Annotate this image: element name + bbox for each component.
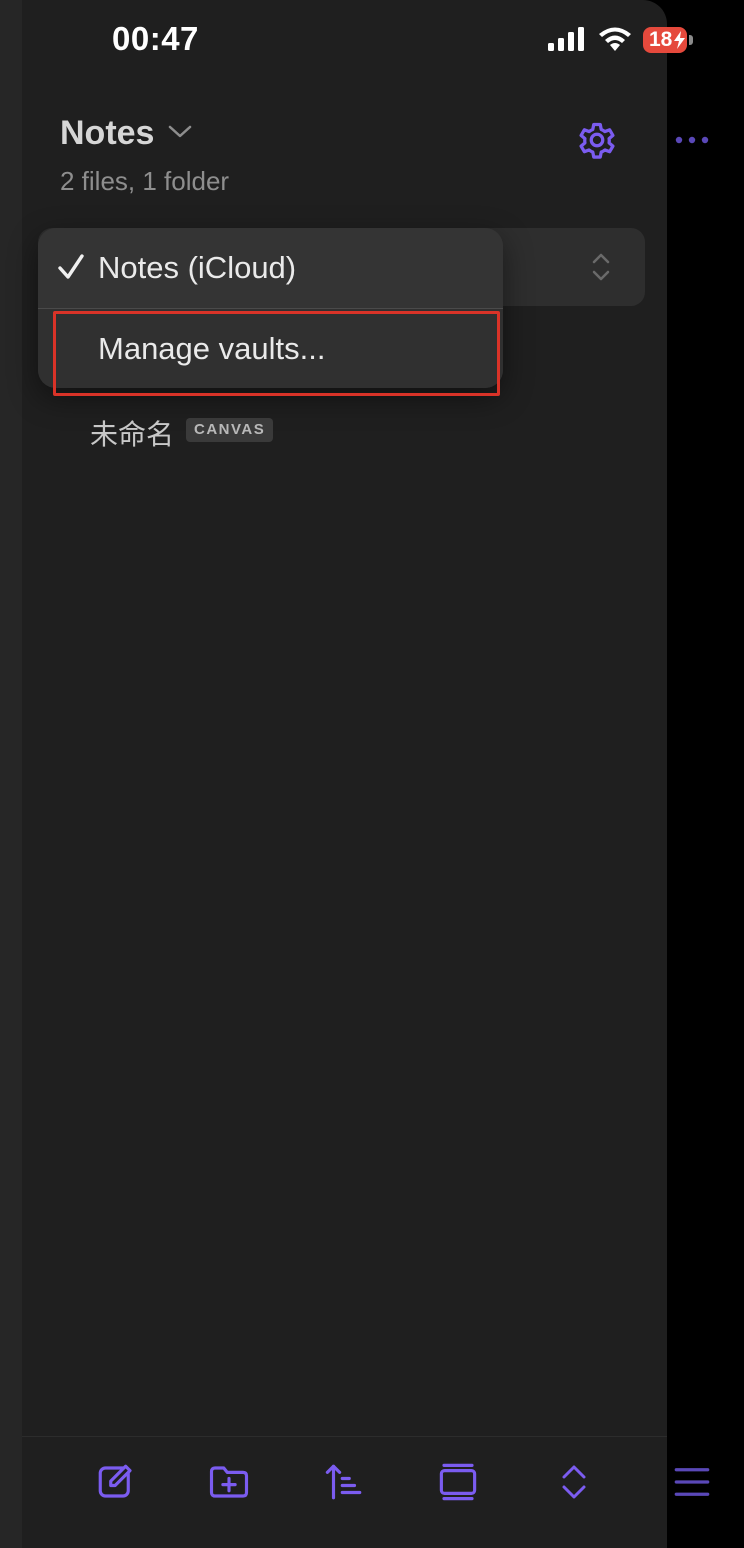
gear-icon[interactable] bbox=[574, 117, 620, 163]
view-mode-button[interactable] bbox=[436, 1460, 480, 1504]
new-note-icon bbox=[98, 1464, 132, 1498]
battery-charging-icon: 18 bbox=[643, 27, 693, 53]
checkmark-icon bbox=[58, 254, 84, 279]
toolbar-divider bbox=[22, 1436, 667, 1437]
new-folder-button[interactable] bbox=[207, 1460, 251, 1504]
main-area bbox=[667, 0, 744, 1548]
view-mode-icon bbox=[439, 1463, 477, 1501]
menu-button[interactable] bbox=[670, 1460, 714, 1504]
vault-title[interactable]: Notes bbox=[60, 114, 154, 153]
menu-icon bbox=[674, 1468, 710, 1496]
menu-item-label: Notes (iCloud) bbox=[98, 250, 297, 285]
new-folder-icon bbox=[209, 1466, 249, 1498]
file-name: 未命名 bbox=[90, 418, 175, 451]
chevron-down-icon[interactable] bbox=[168, 124, 192, 140]
chevron-updown-icon bbox=[592, 253, 610, 281]
expand-collapse-button[interactable] bbox=[552, 1460, 596, 1504]
vault-subtitle: 2 files, 1 folder bbox=[60, 166, 230, 196]
status-time: 00:47 bbox=[112, 20, 199, 57]
left-strip bbox=[0, 0, 22, 1548]
battery-level: 18 bbox=[649, 28, 673, 51]
new-note-button[interactable] bbox=[94, 1460, 138, 1504]
expand-collapse-icon bbox=[562, 1465, 586, 1499]
signal-icon bbox=[548, 27, 584, 51]
file-type-badge: CANVAS bbox=[186, 418, 274, 442]
sort-button[interactable] bbox=[322, 1460, 366, 1504]
annotation-highlight-box bbox=[53, 311, 500, 396]
wifi-icon bbox=[599, 27, 631, 51]
menu-item-notes-icloud[interactable]: Notes (iCloud) bbox=[38, 228, 503, 308]
charging-bolt-icon bbox=[674, 31, 685, 49]
sort-icon bbox=[325, 1464, 362, 1500]
more-icon[interactable] bbox=[672, 130, 712, 150]
